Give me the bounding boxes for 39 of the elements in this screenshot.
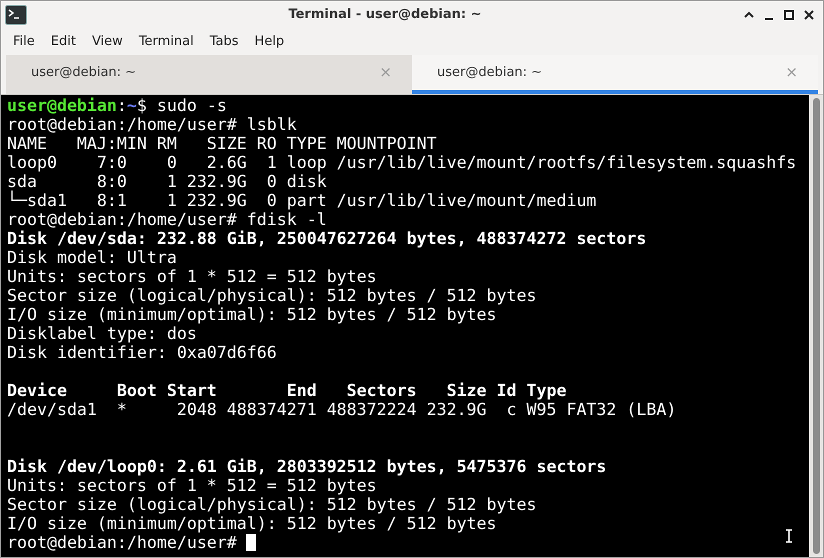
terminal-line: $ sudo -s <box>136 96 227 115</box>
menu-item[interactable]: Terminal <box>132 32 201 52</box>
menu-item[interactable]: Edit <box>44 32 83 52</box>
terminal-line: root@debian:/home/user# fdisk -l <box>7 210 327 229</box>
menu-item[interactable]: Tabs <box>202 32 246 52</box>
terminal-line: Units: sectors of 1 * 512 = 512 bytes <box>7 267 377 286</box>
terminal-line: Disk identifier: 0xa07d6f66 <box>7 343 277 362</box>
terminal-line: root@debian:/home/user# lsblk <box>7 115 297 134</box>
terminal-line: Sector size (logical/physical): 512 bytes / 512 bytes <box>7 286 536 305</box>
terminal-line: Units: sectors of 1 * 512 = 512 bytes <box>7 476 377 495</box>
scrollbar-thumb[interactable] <box>812 98 820 554</box>
scrollbar[interactable] <box>809 95 823 557</box>
terminal-line: NAME MAJ:MIN RM SIZE RO TYPE MOUNTPOINT <box>7 134 437 153</box>
terminal-icon <box>5 5 27 25</box>
terminal-line: I/O size (minimum/optimal): 512 bytes / 512 bytes <box>7 305 497 324</box>
terminal-line: I/O size (minimum/optimal): 512 bytes / 512 bytes <box>7 514 497 533</box>
i-beam-cursor-icon <box>785 529 793 543</box>
maximize-icon[interactable] <box>783 9 795 21</box>
menu-item[interactable]: File <box>6 32 42 52</box>
prompt-separator: : <box>116 96 127 115</box>
window-title: Terminal - user@debian: ~ <box>288 6 482 24</box>
terminal-line: loop0 7:0 0 2.6G 1 loop /usr/lib/live/mount/rootfs/filesystem.squashfs <box>7 153 796 172</box>
prompt-user: user@debian <box>7 96 117 115</box>
close-icon[interactable] <box>803 9 815 21</box>
terminal-line: Disk /dev/sda: 232.88 GiB, 250047627264 bytes, 488374272 sectors <box>7 229 646 248</box>
terminal-line: root@debian:/home/user# <box>7 533 237 552</box>
terminal-line: /dev/sda1 * 2048 488374271 488372224 232.9G c W95 FAT32 (LBA) <box>7 400 676 419</box>
terminal-line: Disklabel type: dos <box>7 324 197 343</box>
terminal-line: sda 8:0 1 232.9G 0 disk <box>7 172 327 191</box>
menu-item[interactable]: Help <box>248 32 292 52</box>
terminal-line: └─sda1 8:1 1 232.9G 0 part /usr/lib/live/mount/medium <box>7 191 596 210</box>
terminal-line: Disk model: Ultra <box>7 248 177 267</box>
terminal-line: Disk /dev/loop0: 2.61 GiB, 2803392512 bytes, 5475376 sectors <box>7 457 606 476</box>
terminal-tab[interactable]: user@debian: ~ × <box>6 55 412 94</box>
menu-item[interactable]: View <box>84 32 130 52</box>
text-cursor <box>246 534 256 551</box>
terminal-line: Device Boot Start End Sectors Size Id Type <box>7 381 566 400</box>
prompt-path: ~ <box>126 96 137 115</box>
terminal-line: Sector size (logical/physical): 512 bytes / 512 bytes <box>7 495 536 514</box>
